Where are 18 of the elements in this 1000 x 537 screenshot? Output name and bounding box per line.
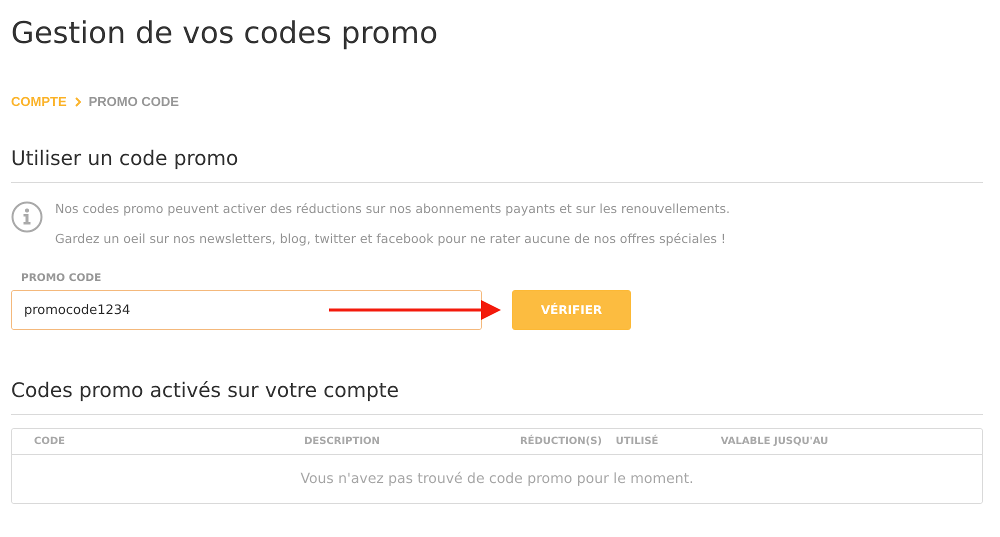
column-header: VALABLE JUSQU'AU <box>720 435 830 450</box>
section-heading: Codes promo activés sur votre compte <box>11 378 983 416</box>
column-header: CODE <box>33 435 66 450</box>
info-text: Gardez un oeil sur nos newsletters, blog, twitter et facebook pour ne rater aucune de nos offres spéciales ! <box>55 230 727 246</box>
column-header: UTILISÉ <box>614 434 660 450</box>
empty-message: Vous n'avez pas trouvé de code promo pour le moment. <box>300 471 694 488</box>
field-label: PROMO CODE <box>21 270 102 286</box>
page-title: Gestion de vos codes promo <box>11 15 439 53</box>
breadcrumb-link[interactable]: COMPTE <box>11 92 67 112</box>
chevron-icon <box>74 96 81 107</box>
info-text: Nos codes promo peuvent activer des réductions sur nos abonnements payants et sur les renouvellements. <box>55 200 730 216</box>
section-heading: Utiliser un code promo <box>11 146 983 182</box>
promo-code-field[interactable]: promocode1234 <box>11 290 482 330</box>
info-icon <box>11 200 43 232</box>
verify-button[interactable]: VÉRIFIER <box>512 290 631 330</box>
column-header: RÉDUCTION(S) <box>518 434 602 450</box>
breadcrumb-link[interactable]: PROMO CODE <box>88 92 179 112</box>
column-header: DESCRIPTION <box>303 435 381 450</box>
